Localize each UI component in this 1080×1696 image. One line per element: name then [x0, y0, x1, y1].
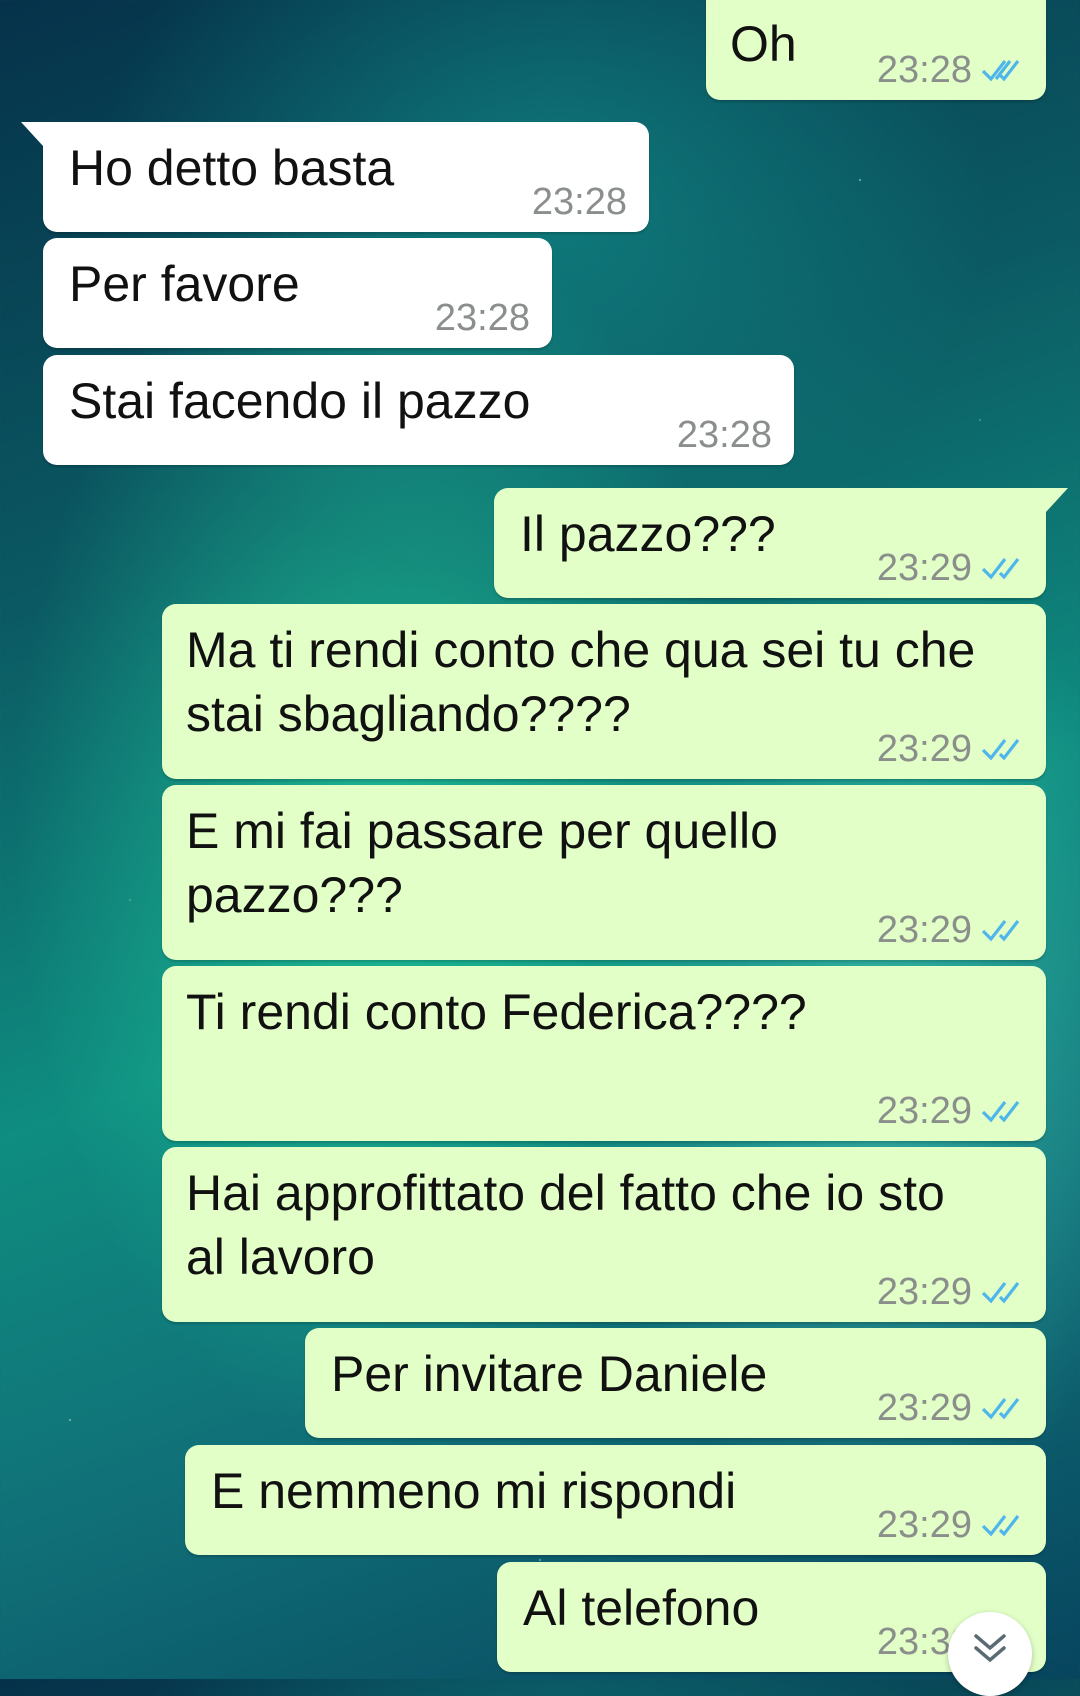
message-bubble-outgoing[interactable]: Il pazzo??? 23:29 — [494, 488, 1068, 598]
message-meta: 23:29 — [876, 1503, 1024, 1546]
message-meta: 23:29 — [876, 1089, 1024, 1132]
message-meta: 23:28 — [676, 413, 772, 456]
message-time: 23:29 — [876, 1503, 972, 1546]
message-meta: 23:29 — [876, 727, 1024, 770]
message-text: Ti rendi conto Federica???? — [186, 984, 807, 1040]
message-time: 23:29 — [876, 727, 972, 770]
message-bubble-outgoing[interactable]: Per invitare Daniele 23:29 — [305, 1328, 1046, 1438]
scroll-to-bottom-button[interactable] — [948, 1612, 1032, 1696]
message-time: 23:28 — [434, 296, 530, 339]
bubble-tail — [21, 122, 43, 146]
double-check-read-icon — [981, 558, 1020, 580]
message-bubble-outgoing[interactable]: Ma ti rendi conto che qua sei tu che sta… — [162, 604, 1046, 779]
message-meta: 23:29 — [876, 1270, 1024, 1313]
double-check-read-icon — [981, 1398, 1020, 1420]
double-chevron-down-icon — [974, 1634, 1006, 1663]
message-meta: 23:28 — [876, 48, 1024, 91]
message-bubble-outgoing[interactable]: Oh 23:28 — [706, 0, 1046, 100]
message-text: Stai facendo il pazzo — [69, 373, 531, 429]
bubble-tail — [1046, 488, 1068, 512]
message-bubble-incoming[interactable]: Stai facendo il pazzo 23:28 — [43, 355, 794, 465]
message-meta: 23:28 — [434, 296, 530, 339]
message-meta: 23:28 — [531, 180, 627, 223]
message-time: 23:29 — [876, 1089, 972, 1132]
message-time: 23:29 — [876, 1270, 972, 1313]
message-time: 23:28 — [676, 413, 772, 456]
double-check-read-icon — [981, 739, 1020, 761]
message-bubble-outgoing[interactable]: E nemmeno mi rispondi 23:29 — [185, 1445, 1046, 1555]
message-time: 23:29 — [876, 546, 972, 589]
message-bubble-incoming[interactable]: Per favore 23:28 — [43, 238, 552, 348]
message-bubble-outgoing[interactable]: Ti rendi conto Federica???? 23:29 — [162, 966, 1046, 1141]
message-bubble-incoming[interactable]: Ho detto basta 23:28 — [21, 122, 649, 232]
message-meta: 23:29 — [876, 546, 1024, 589]
double-check-read-icon — [981, 1282, 1020, 1304]
message-bubble-outgoing[interactable]: Hai approfittato del fatto che io sto al… — [162, 1147, 1046, 1322]
message-time: 23:28 — [876, 48, 972, 91]
message-time: 23:29 — [876, 908, 972, 951]
message-meta: 23:29 — [876, 908, 1024, 951]
message-text: Hai approfittato del fatto che io sto al… — [186, 1165, 945, 1285]
message-meta: 23:29 — [876, 1386, 1024, 1429]
double-check-read-icon — [981, 1101, 1020, 1123]
chat-message-list[interactable]: Oh 23:28 Ho detto basta 23:28 Per favore… — [0, 0, 1080, 1679]
double-check-read-icon — [981, 1515, 1020, 1537]
message-text: E mi fai passare per quello pazzo??? — [186, 803, 778, 923]
message-time: 23:29 — [876, 1386, 972, 1429]
double-check-read-icon — [981, 920, 1020, 942]
message-text: Ma ti rendi conto che qua sei tu che sta… — [186, 622, 976, 742]
message-time: 23:28 — [531, 180, 627, 223]
message-bubble-outgoing[interactable]: E mi fai passare per quello pazzo??? 23:… — [162, 785, 1046, 960]
double-check-read-icon — [981, 60, 1020, 82]
